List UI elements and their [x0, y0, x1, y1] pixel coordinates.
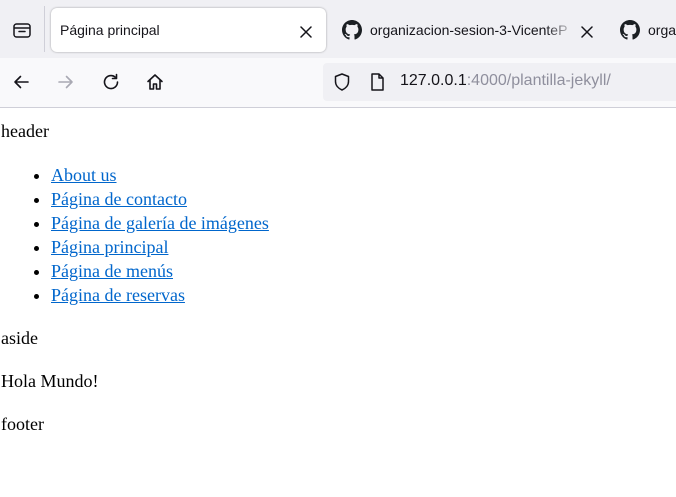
- close-tab-button[interactable]: [295, 21, 317, 43]
- tab-title: organizacion-sesion-3-VicenteP: [370, 22, 568, 38]
- github-icon: [342, 20, 362, 40]
- tab-overview-icon: [13, 23, 31, 38]
- navigation-toolbar: 127.0.0.1:4000/plantilla-jekyll/: [0, 58, 676, 108]
- tab-overview-button[interactable]: [0, 4, 44, 56]
- list-item: About us: [51, 163, 269, 187]
- nav-link-menus[interactable]: Página de menús: [51, 261, 173, 281]
- close-icon: [581, 26, 593, 38]
- tracking-protection-button[interactable]: [331, 71, 353, 93]
- tab-github-orga[interactable]: orga: [614, 8, 676, 52]
- back-button[interactable]: [7, 68, 35, 96]
- url-host: 127.0.0.1: [400, 72, 467, 89]
- list-item: Página de reservas: [51, 283, 269, 307]
- list-item: Página de contacto: [51, 187, 269, 211]
- tab-github-organizacion[interactable]: organizacion-sesion-3-VicenteP: [336, 8, 598, 52]
- main-text: Hola Mundo!: [1, 371, 99, 391]
- tab-strip: Página principal organizacion-sesion-3-V…: [0, 0, 676, 58]
- home-icon: [147, 74, 163, 90]
- nav-link-galeria[interactable]: Página de galería de imágenes: [51, 213, 269, 233]
- header-text: header: [1, 121, 49, 141]
- tab-active[interactable]: Página principal: [51, 8, 326, 52]
- reload-button[interactable]: [97, 68, 125, 96]
- list-item: Página de galería de imágenes: [51, 211, 269, 235]
- tab-title: orga: [648, 22, 676, 38]
- nav-link-principal[interactable]: Página principal: [51, 237, 168, 257]
- close-icon: [300, 26, 312, 38]
- shield-icon: [334, 73, 350, 91]
- url-field[interactable]: 127.0.0.1:4000/plantilla-jekyll/: [400, 72, 611, 90]
- site-info-button[interactable]: [366, 71, 388, 93]
- forward-button[interactable]: [52, 68, 80, 96]
- page-content: header About us Página de contacto Págin…: [0, 108, 676, 497]
- url-path: :4000/plantilla-jekyll/: [466, 72, 611, 89]
- home-button[interactable]: [141, 68, 169, 96]
- nav-link-reservas[interactable]: Página de reservas: [51, 285, 185, 305]
- nav-link-list: About us Página de contacto Página de ga…: [0, 163, 269, 307]
- arrow-left-icon: [14, 75, 29, 89]
- nav-link-contacto[interactable]: Página de contacto: [51, 189, 187, 209]
- close-tab-button[interactable]: [576, 21, 598, 43]
- github-icon: [620, 20, 640, 40]
- address-bar[interactable]: 127.0.0.1:4000/plantilla-jekyll/: [323, 63, 676, 101]
- aside-text: aside: [1, 328, 38, 348]
- reload-icon: [103, 73, 119, 90]
- tab-separator: [44, 6, 45, 52]
- tab-title: Página principal: [60, 22, 160, 38]
- list-item: Página de menús: [51, 259, 269, 283]
- nav-link-about-us[interactable]: About us: [51, 165, 117, 185]
- list-item: Página principal: [51, 235, 269, 259]
- arrow-right-icon: [58, 75, 73, 89]
- page-icon: [371, 73, 384, 91]
- footer-text: footer: [1, 414, 44, 434]
